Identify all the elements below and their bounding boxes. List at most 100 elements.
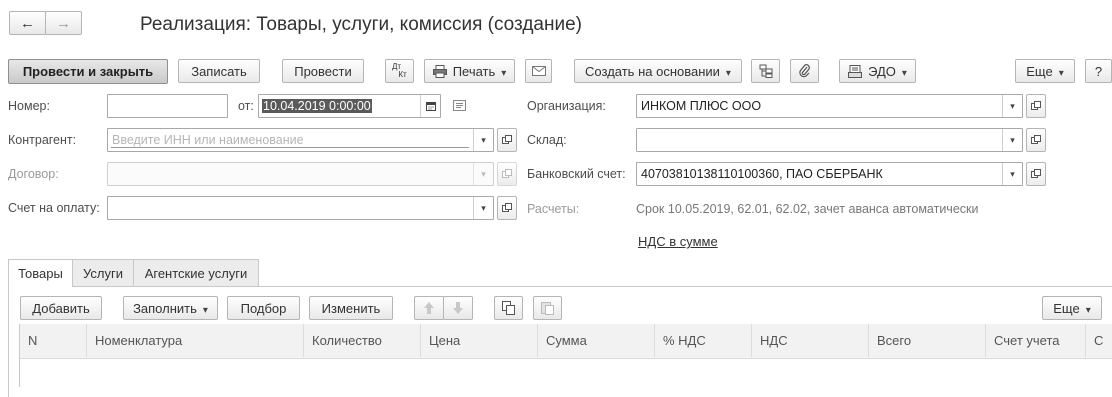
more-label: Еще	[1026, 64, 1063, 79]
envelope-icon	[531, 66, 546, 76]
edo-label: ЭДО	[868, 64, 907, 79]
col-header-sum[interactable]: Сумма	[538, 324, 655, 357]
invoice-open-button[interactable]	[497, 196, 517, 220]
counterparty-dropdown-button[interactable]: ▾	[473, 129, 493, 151]
hierarchy-icon	[759, 64, 772, 78]
organization-label: Организация:	[527, 99, 606, 113]
contract-label: Договор:	[8, 167, 59, 181]
warehouse-label: Склад:	[527, 133, 567, 147]
selection-button[interactable]: Подбор	[227, 296, 300, 320]
print-button[interactable]: Печать	[424, 59, 515, 83]
move-down-button[interactable]	[443, 296, 473, 320]
table-more-label: Еще	[1053, 301, 1090, 316]
kt-label: Кт	[398, 70, 407, 79]
bank-account-field[interactable]: 40703810138110100360, ПАО СБЕРБАНК ▾	[636, 162, 1023, 186]
calendar-icon	[425, 102, 436, 111]
date-field[interactable]: 10.04.2019 0:00:00	[258, 94, 441, 118]
open-icon	[1031, 135, 1041, 144]
fill-button[interactable]: Заполнить	[123, 296, 218, 320]
save-button[interactable]: Записать	[178, 59, 260, 83]
edo-icon	[848, 64, 863, 78]
post-and-close-button[interactable]: Провести и закрыть	[8, 59, 168, 84]
copy-button[interactable]	[494, 296, 523, 320]
tab-goods[interactable]: Товары	[8, 259, 73, 287]
arrow-down-icon	[453, 302, 463, 314]
col-header-account[interactable]: Счет учета	[986, 324, 1086, 357]
open-icon	[502, 169, 512, 178]
paperclip-icon	[798, 64, 810, 78]
contract-dropdown-button: ▾	[473, 163, 493, 185]
move-up-button[interactable]	[414, 296, 444, 320]
create-based-on-label: Создать на основании	[585, 64, 731, 79]
invoice-field[interactable]: ▾	[107, 196, 494, 220]
counterparty-field[interactable]: Введите ИНН или наименование ▾	[107, 128, 494, 152]
contract-field: ▾	[107, 162, 494, 186]
help-button[interactable]: ?	[1085, 59, 1112, 83]
open-icon	[1031, 169, 1041, 178]
organization-dropdown-button[interactable]: ▾	[1002, 95, 1022, 117]
col-header-vat-rate[interactable]: % НДС	[655, 324, 752, 357]
settlements-label: Расчеты:	[527, 202, 580, 216]
organization-value: ИНКОМ ПЛЮС ООО	[641, 99, 762, 113]
edo-button[interactable]: ЭДО	[839, 59, 916, 83]
page-title: Реализация: Товары, услуги, комиссия (со…	[140, 14, 582, 35]
open-icon	[502, 135, 512, 144]
forward-arrow-icon: →	[56, 14, 71, 32]
tab-services[interactable]: Услуги	[72, 259, 134, 286]
number-label: Номер:	[8, 99, 50, 113]
bank-account-label: Банковский счет:	[527, 167, 626, 181]
email-button[interactable]	[525, 59, 552, 83]
col-header-quantity[interactable]: Количество	[304, 324, 421, 357]
counterparty-label: Контрагент:	[8, 133, 77, 147]
bank-account-value: 40703810138110100360, ПАО СБЕРБАНК	[641, 167, 883, 181]
organization-open-button[interactable]	[1026, 94, 1046, 118]
date-from-label: от:	[238, 99, 254, 113]
col-header-price[interactable]: Цена	[421, 324, 538, 357]
col-header-n[interactable]: N	[20, 324, 87, 357]
warehouse-dropdown-button[interactable]: ▾	[1002, 129, 1022, 151]
organization-field[interactable]: ИНКОМ ПЛЮС ООО ▾	[636, 94, 1023, 118]
col-header-total[interactable]: Всего	[869, 324, 986, 357]
printer-icon	[432, 64, 447, 78]
paste-icon	[541, 302, 554, 315]
dt-kt-button[interactable]: Дт Кт	[385, 59, 414, 83]
back-button[interactable]: ←	[9, 11, 46, 35]
arrow-up-icon	[424, 302, 434, 314]
counterparty-open-button[interactable]	[497, 128, 517, 152]
warehouse-open-button[interactable]	[1026, 128, 1046, 152]
add-button[interactable]: Добавить	[20, 296, 102, 320]
col-header-extra[interactable]: С	[1086, 324, 1112, 357]
invoice-dropdown-button[interactable]: ▾	[473, 197, 493, 219]
calendar-button[interactable]	[420, 95, 440, 117]
forward-button[interactable]: →	[45, 11, 82, 35]
comment-icon[interactable]	[453, 99, 466, 114]
col-header-vat[interactable]: НДС	[752, 324, 869, 357]
tab-agent-services[interactable]: Агентские услуги	[133, 259, 259, 286]
table-more-button[interactable]: Еще	[1042, 296, 1102, 320]
settlements-value[interactable]: Срок 10.05.2019, 62.01, 62.02, зачет ава…	[636, 202, 978, 216]
fill-label: Заполнить	[133, 301, 208, 316]
number-field[interactable]	[107, 94, 228, 118]
attach-button[interactable]	[790, 59, 819, 83]
copy-icon	[502, 301, 515, 315]
counterparty-underline	[111, 147, 469, 148]
contract-open-button	[497, 162, 517, 186]
structure-button[interactable]	[751, 59, 780, 83]
col-header-nomenclature[interactable]: Номенклатура	[87, 324, 304, 357]
open-icon	[1031, 101, 1041, 110]
print-label: Печать	[453, 64, 507, 79]
more-button[interactable]: Еще	[1015, 59, 1075, 83]
create-based-on-button[interactable]: Создать на основании	[574, 59, 742, 83]
invoice-label: Счет на оплату:	[8, 201, 100, 215]
counterparty-placeholder: Введите ИНН или наименование	[112, 133, 304, 147]
bank-account-dropdown-button[interactable]: ▾	[1002, 163, 1022, 185]
post-button[interactable]: Провести	[282, 59, 364, 83]
vat-in-sum-link[interactable]: НДС в сумме	[638, 234, 718, 249]
paste-button[interactable]	[533, 296, 562, 320]
warehouse-field[interactable]: ▾	[636, 128, 1023, 152]
open-icon	[502, 203, 512, 212]
bank-account-open-button[interactable]	[1026, 162, 1046, 186]
change-button[interactable]: Изменить	[309, 296, 393, 320]
back-arrow-icon: ←	[20, 14, 35, 32]
date-value: 10.04.2019 0:00:00	[262, 99, 372, 113]
